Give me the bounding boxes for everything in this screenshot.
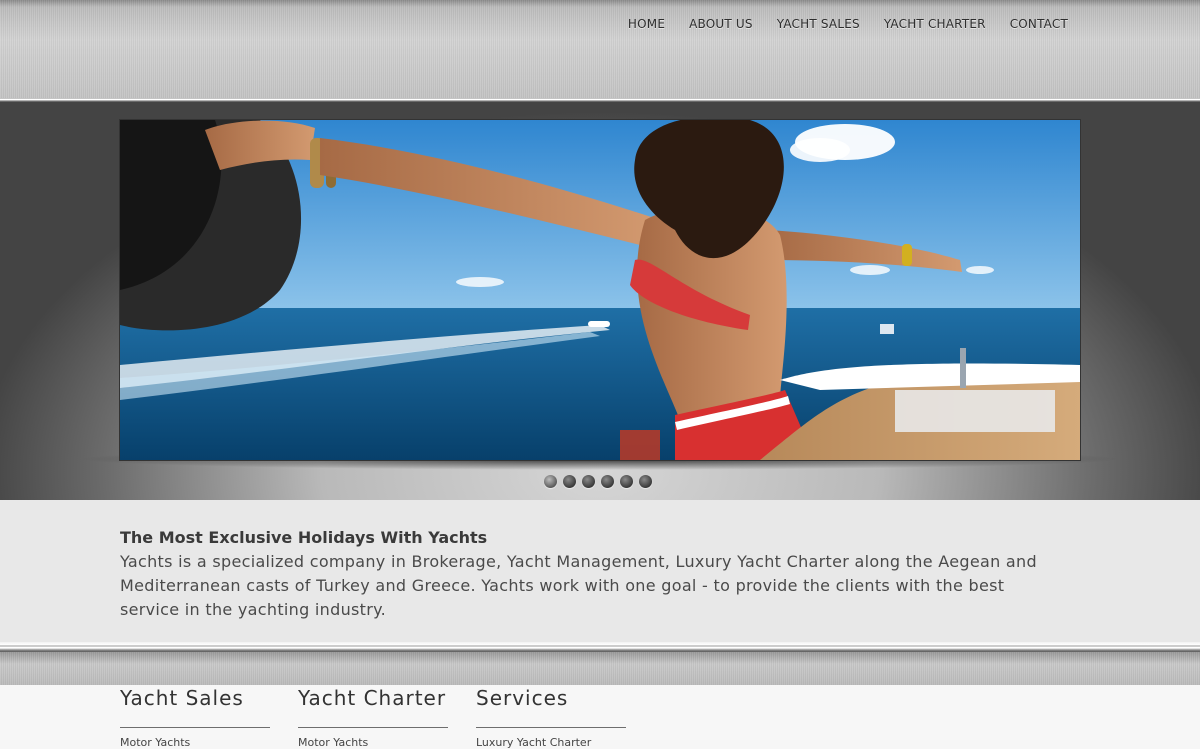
intro-title: The Most Exclusive Holidays With Yachts [120, 528, 488, 547]
footer-link-yacht-sales-1[interactable]: Motor Yachts [120, 736, 270, 749]
footer-band [0, 652, 1200, 685]
nav-yacht-sales-link[interactable]: YACHT SALES [765, 16, 872, 32]
footer-link-services-1[interactable]: Luxury Yacht Charter [476, 736, 626, 749]
slider-dot-4[interactable] [601, 475, 614, 488]
footer-column-yacht-sales: Yacht Sales Motor Yachts [120, 685, 270, 749]
main-nav: HOME ABOUT US YACHT SALES YACHT CHARTER … [616, 16, 1080, 32]
hero-slide-image[interactable] [120, 120, 1080, 460]
footer-column-services: Services Luxury Yacht Charter [476, 685, 626, 749]
footer-heading-yacht-charter: Yacht Charter [298, 685, 448, 728]
nav-home-link[interactable]: HOME [616, 16, 677, 32]
nav-contact-link[interactable]: CONTACT [998, 16, 1080, 32]
slider-dot-3[interactable] [582, 475, 595, 488]
slider-pagination [544, 475, 652, 488]
slider-dot-1[interactable] [544, 475, 557, 488]
slider-dot-5[interactable] [620, 475, 633, 488]
intro-divider [0, 642, 1200, 652]
intro-body: Yachts is a specialized company in Broke… [120, 552, 1037, 619]
intro-content: The Most Exclusive Holidays With Yachts … [120, 526, 1060, 622]
intro-section: The Most Exclusive Holidays With Yachts … [0, 500, 1200, 642]
footer-link-yacht-charter-1[interactable]: Motor Yachts [298, 736, 448, 749]
nav-about-us-link[interactable]: ABOUT US [677, 16, 765, 32]
footer-section: Yacht Sales Motor Yachts Yacht Charter M… [0, 685, 1200, 749]
slider-dot-2[interactable] [563, 475, 576, 488]
site-header: HOME ABOUT US YACHT SALES YACHT CHARTER … [0, 0, 1200, 98]
footer-heading-yacht-sales: Yacht Sales [120, 685, 270, 728]
nav-yacht-charter-link[interactable]: YACHT CHARTER [872, 16, 998, 32]
footer-column-yacht-charter: Yacht Charter Motor Yachts [298, 685, 448, 749]
footer-heading-services: Services [476, 685, 626, 728]
slider-dot-6[interactable] [639, 475, 652, 488]
